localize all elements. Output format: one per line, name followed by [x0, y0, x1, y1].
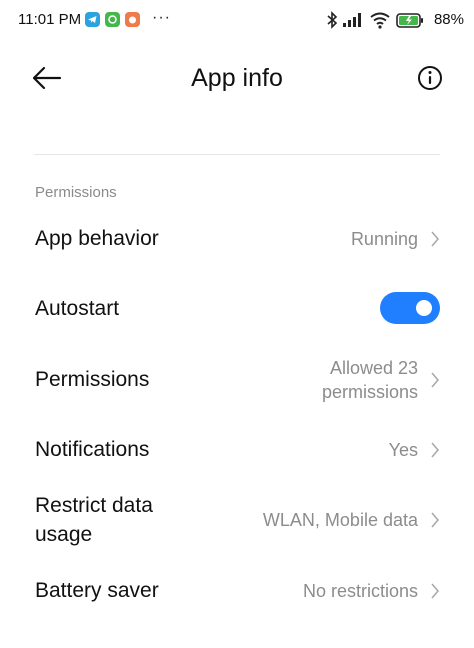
battery-saver-row[interactable]: Battery saver No restrictions: [35, 560, 440, 620]
page-title: App info: [191, 64, 283, 92]
chevron-right-icon: [430, 231, 440, 247]
row-title-line2: usage: [35, 523, 93, 546]
row-title-line1: Restrict data: [35, 494, 153, 517]
more-notifications-icon: ···: [152, 9, 171, 26]
info-button[interactable]: [416, 64, 444, 92]
status-bar: 11:01 PM ··· 88%: [0, 0, 474, 42]
restrict-data-usage-row[interactable]: Restrict data usage WLAN, Mobile data: [35, 489, 440, 553]
row-title: App behavior: [35, 227, 159, 250]
header-divider: [34, 154, 440, 155]
bluetooth-icon: [326, 11, 338, 34]
row-value: Running: [350, 229, 418, 249]
row-title: Permissions: [35, 368, 150, 391]
app-green-icon: [105, 12, 120, 27]
telegram-icon: [85, 12, 100, 27]
row-value: No restrictions: [302, 581, 418, 601]
autostart-toggle[interactable]: [380, 292, 440, 324]
chevron-right-icon: [430, 583, 440, 599]
chevron-right-icon: [430, 442, 440, 458]
signal-icon: [342, 12, 364, 33]
app-bar: App info: [0, 48, 474, 108]
autostart-row: Autostart: [35, 280, 440, 340]
battery-icon: [396, 13, 424, 33]
notifications-row[interactable]: Notifications Yes: [35, 420, 440, 480]
row-title: Battery saver: [35, 579, 159, 602]
wifi-icon: [369, 11, 391, 34]
app-behavior-row[interactable]: App behavior Running: [35, 209, 440, 269]
status-time: 11:01 PM: [18, 11, 82, 28]
battery-percentage: 88%: [433, 11, 464, 28]
row-value: WLAN, Mobile data: [262, 510, 418, 530]
chevron-right-icon: [430, 512, 440, 528]
app-orange-icon: [125, 12, 140, 27]
row-value-line2: permissions: [321, 382, 418, 402]
row-value-line1: Allowed 23: [329, 358, 418, 378]
section-label-permissions: Permissions: [35, 184, 117, 201]
row-title: Notifications: [35, 438, 150, 461]
toggle-knob: [416, 300, 432, 316]
permissions-row[interactable]: Permissions Allowed 23 permissions: [35, 350, 440, 410]
chevron-right-icon: [430, 372, 440, 388]
row-value: Yes: [388, 440, 418, 460]
row-title: Autostart: [35, 297, 120, 320]
info-icon: [416, 66, 444, 96]
